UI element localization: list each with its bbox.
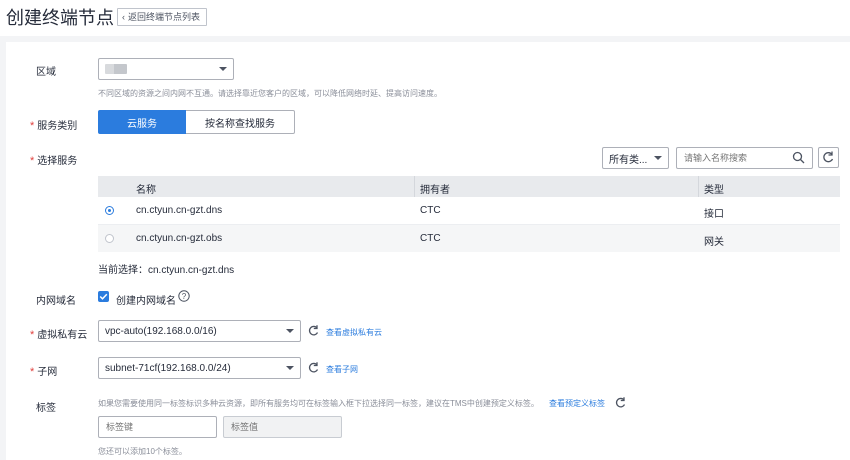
column-divider: [698, 176, 699, 197]
vpc-label-text: 虚拟私有云: [37, 330, 88, 341]
region-label: 区域: [36, 67, 56, 78]
private-dns-checkbox-label[interactable]: 创建内网域名: [116, 292, 176, 307]
service-type-filter[interactable]: 所有类...: [602, 147, 669, 169]
private-dns-checkbox[interactable]: [98, 291, 109, 302]
subnet-label-text: 子网: [37, 367, 58, 378]
private-dns-label: 内网域名: [36, 296, 76, 307]
view-predefined-tags-link[interactable]: 查看预定义标签: [549, 398, 605, 409]
chevron-down-icon: [219, 67, 227, 71]
refresh-services-button[interactable]: [818, 147, 839, 168]
vpc-select[interactable]: vpc-auto(192.168.0.0/16): [98, 320, 301, 342]
back-button-label: 返回终端节点列表: [128, 12, 201, 22]
checkmark-icon: [99, 293, 108, 300]
tags-remaining-hint: 您还可以添加10个标签。: [98, 447, 187, 456]
back-to-list-button[interactable]: ‹ 返回终端节点列表: [117, 8, 208, 26]
subnet-select[interactable]: subnet-71cf(192.168.0.0/24): [98, 357, 301, 379]
current-selection-text: 当前选择：cn.ctyun.cn-gzt.dns: [98, 265, 235, 276]
tags-hint: 如果您需要使用同一标签标识多种云资源，即所有服务均可在标签输入框下拉选择同一标签…: [98, 399, 539, 408]
column-header-type: 类型: [704, 185, 724, 196]
region-hint: 不同区域的资源之间内网不互通。请选择靠近您客户的区域，可以降低网络时延、提高访问…: [98, 89, 442, 98]
subnet-label: * 子网: [30, 363, 57, 378]
services-table: 名称 拥有者 类型 cn.ctyun.cn-gzt.dns CTC 接口 cn.…: [98, 176, 840, 252]
region-select[interactable]: [98, 58, 234, 80]
required-mark: *: [30, 366, 35, 378]
tag-key-input[interactable]: [98, 416, 217, 438]
tag-value-input: [223, 416, 342, 438]
table-row[interactable]: cn.ctyun.cn-gzt.dns CTC 接口: [98, 197, 840, 225]
refresh-icon: [823, 151, 834, 163]
refresh-subnet-icon[interactable]: [307, 361, 320, 374]
type-filter-value: 所有类...: [609, 154, 648, 166]
view-vpc-link[interactable]: 查看虚拟私有云: [326, 327, 382, 338]
subnet-value: subnet-71cf(192.168.0.0/24): [105, 362, 231, 374]
chevron-down-icon: [286, 366, 294, 370]
service-category-label: * 服务类别: [30, 117, 77, 132]
select-service-label-text: 选择服务: [37, 156, 78, 167]
required-mark: *: [30, 120, 35, 132]
row-name: cn.ctyun.cn-gzt.dns: [136, 205, 223, 216]
service-category-label-text: 服务类别: [37, 121, 78, 132]
segment-find-by-name[interactable]: 按名称查找服务: [186, 110, 295, 134]
refresh-tags-icon[interactable]: [614, 396, 627, 409]
chevron-down-icon: [654, 156, 662, 160]
help-icon[interactable]: ?: [178, 290, 190, 302]
column-header-owner: 拥有者: [420, 185, 450, 196]
row-owner: CTC: [420, 205, 441, 216]
region-flag-icon: [105, 64, 127, 74]
row-name: cn.ctyun.cn-gzt.obs: [136, 233, 223, 244]
table-row[interactable]: cn.ctyun.cn-gzt.obs CTC 网关: [98, 225, 840, 252]
table-header: [98, 176, 840, 197]
chevron-down-icon: [286, 329, 294, 333]
refresh-vpc-icon[interactable]: [307, 324, 320, 337]
column-divider: [414, 176, 415, 197]
row-type: 网关: [704, 237, 724, 248]
segment-cloud-service[interactable]: 云服务: [98, 110, 186, 134]
tags-label: 标签: [36, 403, 56, 414]
row-radio[interactable]: [105, 206, 114, 215]
page-title: 创建终端节点: [6, 8, 114, 28]
select-service-label: * 选择服务: [30, 152, 77, 167]
search-icon[interactable]: [792, 151, 805, 164]
required-mark: *: [30, 155, 35, 167]
svg-text:?: ?: [182, 292, 187, 301]
vpc-label: * 虚拟私有云: [30, 326, 87, 341]
view-subnet-link[interactable]: 查看子网: [326, 364, 358, 375]
row-radio[interactable]: [105, 234, 114, 243]
vpc-value: vpc-auto(192.168.0.0/16): [105, 325, 217, 337]
chevron-left-icon: ‹: [122, 12, 125, 22]
row-owner: CTC: [420, 233, 441, 244]
column-header-name: 名称: [136, 185, 156, 196]
row-type: 接口: [704, 209, 724, 220]
required-mark: *: [30, 329, 35, 341]
